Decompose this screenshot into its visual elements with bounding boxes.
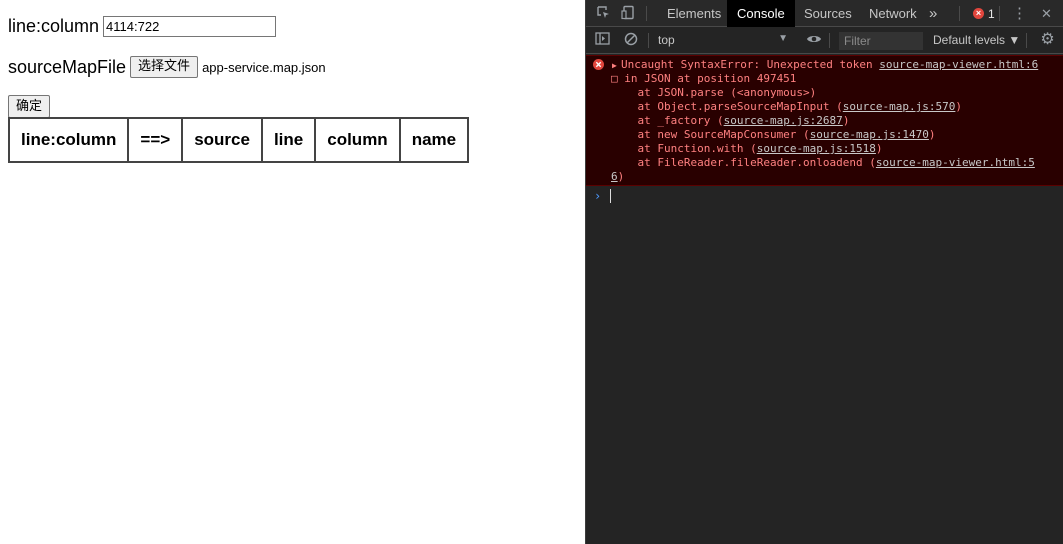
toolbar-divider bbox=[829, 33, 830, 48]
more-tabs-icon[interactable]: » bbox=[924, 0, 942, 27]
tab-elements[interactable]: Elements bbox=[657, 0, 731, 27]
console-toolbar: top ▼ Default levels ▼ ⚙ bbox=[586, 28, 1063, 54]
stack-link-4[interactable]: source-map.js:1518 bbox=[757, 142, 876, 155]
devtools-panel: Elements Console Sources Network » × 1 ⋮… bbox=[585, 0, 1063, 544]
error-count: 1 bbox=[988, 6, 995, 21]
console-output: ▶ Uncaught SyntaxError: Unexpected token… bbox=[586, 55, 1063, 544]
tab-sources[interactable]: Sources bbox=[794, 0, 862, 27]
header-line: line bbox=[260, 117, 317, 163]
stack-link-3[interactable]: source-map.js:1470 bbox=[810, 128, 929, 141]
error-first-line: Uncaught SyntaxError: Unexpected token s… bbox=[621, 58, 1039, 71]
dropdown-caret-icon: ▼ bbox=[778, 33, 788, 44]
toolbar-divider bbox=[1026, 33, 1027, 48]
inspect-element-icon[interactable] bbox=[595, 5, 612, 22]
more-options-icon[interactable]: ⋮ bbox=[1011, 5, 1028, 22]
console-prompt-icon: › bbox=[594, 189, 602, 203]
devtools-tab-bar: Elements Console Sources Network » × 1 ⋮… bbox=[586, 0, 1063, 27]
console-input-caret[interactable] bbox=[610, 189, 611, 203]
stack-frame-3: at new SourceMapConsumer (source-map.js:… bbox=[611, 128, 936, 141]
result-table: line:column ==> source line column name bbox=[7, 117, 470, 163]
toolbar-divider bbox=[646, 6, 647, 21]
device-toolbar-icon[interactable] bbox=[620, 5, 637, 22]
stack-frame-5: at FileReader.fileReader.onloadend (sour… bbox=[611, 156, 1035, 169]
header-column: column bbox=[314, 117, 401, 163]
console-settings-gear-icon[interactable]: ⚙ bbox=[1039, 31, 1056, 48]
tab-network[interactable]: Network bbox=[859, 0, 927, 27]
stack-link-5[interactable]: source-map-viewer.html:5 bbox=[876, 156, 1035, 169]
stack-frame-2: at _factory (source-map.js:2687) bbox=[611, 114, 850, 127]
toolbar-divider bbox=[648, 33, 649, 48]
error-source-link[interactable]: source-map-viewer.html:6 bbox=[879, 58, 1038, 71]
error-icon: × bbox=[973, 8, 984, 19]
header-arrow: ==> bbox=[127, 117, 184, 163]
clear-console-icon[interactable] bbox=[622, 32, 639, 49]
table-header-row: line:column ==> source line column name bbox=[7, 117, 470, 163]
header-source: source bbox=[181, 117, 263, 163]
line-column-label: line:column bbox=[8, 16, 100, 36]
expand-arrow-icon[interactable]: ▶ bbox=[612, 59, 617, 73]
choose-file-button[interactable]: 选择文件 bbox=[130, 56, 199, 78]
error-icon bbox=[593, 59, 604, 74]
header-name: name bbox=[398, 117, 470, 163]
error-second-line: □ in JSON at position 497451 bbox=[611, 72, 797, 85]
toolbar-divider bbox=[959, 6, 960, 21]
stack-link-5-wrap[interactable]: 6 bbox=[611, 170, 618, 183]
toolbar-divider bbox=[999, 6, 1000, 21]
stack-link-1[interactable]: source-map.js:570 bbox=[843, 100, 956, 113]
stack-link-2[interactable]: source-map.js:2687 bbox=[724, 114, 843, 127]
header-line-column: line:column bbox=[7, 117, 130, 163]
console-error-message: ▶ Uncaught SyntaxError: Unexpected token… bbox=[586, 55, 1063, 186]
selected-file-name: app-service.map.json bbox=[202, 59, 326, 75]
source-map-label: sourceMapFile bbox=[8, 56, 127, 77]
stack-frame-1: at Object.parseSourceMapInput (source-ma… bbox=[611, 100, 963, 113]
sidebar-toggle-icon[interactable] bbox=[594, 32, 611, 49]
error-count-badge[interactable]: × 1 bbox=[973, 6, 995, 21]
stack-frame-4: at Function.with (source-map.js:1518) bbox=[611, 142, 883, 155]
log-levels-dropdown[interactable]: Default levels ▼ bbox=[933, 33, 1020, 47]
context-selector[interactable]: top ▼ bbox=[658, 33, 788, 47]
console-filter-input[interactable] bbox=[839, 32, 923, 50]
stack-frame-0: at JSON.parse (<anonymous>) bbox=[611, 86, 817, 99]
line-column-row: line:column bbox=[8, 16, 277, 37]
close-icon[interactable]: ✕ bbox=[1038, 5, 1055, 22]
confirm-button[interactable]: 确定 bbox=[8, 95, 51, 118]
context-value: top bbox=[658, 33, 675, 47]
tab-console[interactable]: Console bbox=[727, 0, 795, 27]
stack-frame-5-wrap: 6) bbox=[611, 170, 625, 183]
live-expression-eye-icon[interactable] bbox=[805, 32, 822, 49]
web-page: line:column sourceMapFile 选择文件 app-servi… bbox=[0, 0, 585, 544]
source-map-row: sourceMapFile 选择文件 app-service.map.json bbox=[8, 56, 326, 78]
line-column-input[interactable] bbox=[103, 16, 277, 37]
